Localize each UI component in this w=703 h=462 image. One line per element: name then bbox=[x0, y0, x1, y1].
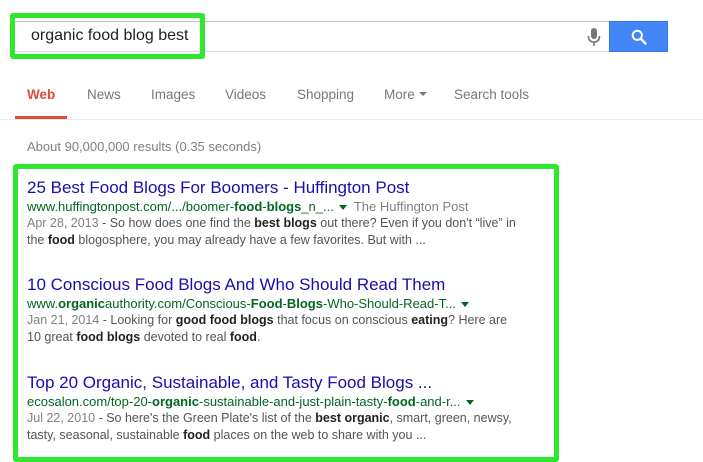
url-part: organic bbox=[152, 394, 199, 409]
result-url: www.organicauthority.com/Conscious-Food -… bbox=[27, 295, 547, 312]
url-part: food bbox=[234, 199, 263, 214]
search-button[interactable] bbox=[609, 21, 668, 52]
result-snippet: Apr 28, 2013 - So how does one find the … bbox=[27, 215, 547, 249]
result-title-link[interactable]: Top 20 Organic, Sustainable, and Tasty F… bbox=[27, 373, 547, 393]
result-menu-caret-icon[interactable] bbox=[338, 205, 347, 211]
url-part: ecosalon.com/top-20- bbox=[27, 394, 153, 409]
snippet-text: - So here's the Green Plate's list of th… bbox=[95, 411, 316, 425]
url-part: organic bbox=[58, 296, 106, 311]
snippet-text: best organic bbox=[315, 411, 390, 425]
search-query-text: organic food blog best bbox=[31, 27, 189, 44]
tab-web[interactable]: Web bbox=[27, 87, 55, 102]
result-url: ecosalon.com/top-20-organic-sustainable-… bbox=[27, 393, 547, 410]
result-menu-caret-icon[interactable] bbox=[465, 400, 474, 406]
tab-search-tools[interactable]: Search tools bbox=[454, 87, 529, 102]
tab-more[interactable]: More bbox=[384, 87, 427, 102]
url-part: www.huffingtonpost.com/.../boomer- bbox=[27, 199, 235, 214]
snippet-text: tasty, seasonal, sustainable bbox=[27, 428, 184, 442]
url-part: _n_... bbox=[301, 199, 334, 214]
tabs-divider bbox=[0, 119, 703, 120]
chevron-down-icon bbox=[418, 92, 427, 97]
search-tabs: Web News Images Videos Shopping More Sea… bbox=[0, 80, 703, 120]
url-part: www. bbox=[27, 296, 59, 311]
tab-images[interactable]: Images bbox=[151, 87, 195, 102]
url-part: food bbox=[387, 394, 416, 409]
url-part: blogs bbox=[266, 199, 302, 214]
snippet-text: food blogs bbox=[76, 330, 141, 344]
tab-news[interactable]: News bbox=[87, 87, 121, 102]
result-title-link[interactable]: 10 Conscious Food Blogs And Who Should R… bbox=[27, 275, 547, 295]
url-part: authority.com/Conscious- bbox=[105, 296, 251, 311]
snippet-text: ? Here are bbox=[448, 313, 508, 327]
result-date: Apr 28, 2013 bbox=[27, 216, 99, 230]
result-menu-caret-icon[interactable] bbox=[460, 302, 469, 308]
url-part: -Who-Should-Read-T... bbox=[322, 296, 456, 311]
snippet-text: that focus on conscious bbox=[273, 313, 412, 327]
tab-more-label: More bbox=[384, 87, 415, 102]
magnifier-icon bbox=[631, 29, 647, 45]
result-snippet: Jan 21, 2014 - Looking for good food blo… bbox=[27, 312, 547, 346]
result-snippet: Jul 22, 2010 - So here's the Green Plate… bbox=[27, 410, 547, 444]
snippet-text: food bbox=[183, 428, 211, 442]
url-part: -sustainable-and-just-plain-tasty- bbox=[198, 394, 388, 409]
result-date: Jan 21, 2014 bbox=[27, 313, 100, 327]
url-part: Food bbox=[250, 296, 283, 311]
microphone-icon[interactable] bbox=[585, 27, 603, 47]
tab-shopping[interactable]: Shopping bbox=[297, 87, 354, 102]
result-url: www.huffingtonpost.com/.../boomer-food-b… bbox=[27, 198, 547, 215]
result-source: The Huffington Post bbox=[353, 199, 469, 214]
snippet-text: devoted to real bbox=[140, 330, 230, 344]
search-input[interactable]: organic food blog best bbox=[14, 21, 610, 52]
snippet-text: blogosphere, you may already have a few … bbox=[74, 233, 426, 247]
search-result: Top 20 Organic, Sustainable, and Tasty F… bbox=[27, 373, 547, 444]
snippet-text: 10 great bbox=[27, 330, 77, 344]
tab-videos[interactable]: Videos bbox=[225, 87, 266, 102]
snippet-text: - Looking for bbox=[99, 313, 176, 327]
result-title-link[interactable]: 25 Best Food Blogs For Boomers - Huffing… bbox=[27, 178, 547, 198]
url-part: -and-r... bbox=[415, 394, 461, 409]
snippet-text: eating bbox=[411, 313, 449, 327]
result-stats: About 90,000,000 results (0.35 seconds) bbox=[27, 139, 262, 154]
snippet-text: places on the web to share with you ... bbox=[210, 428, 427, 442]
snippet-text: good food blogs bbox=[175, 313, 274, 327]
snippet-text: the bbox=[27, 233, 48, 247]
search-result: 25 Best Food Blogs For Boomers - Huffing… bbox=[27, 178, 547, 249]
result-date: Jul 22, 2010 bbox=[27, 411, 96, 425]
snippet-text: food bbox=[229, 330, 257, 344]
snippet-text: out there? Even if you don't “live” in bbox=[316, 216, 516, 230]
snippet-text: , smart, green, newsy, bbox=[389, 411, 512, 425]
snippet-text: . bbox=[256, 330, 261, 344]
url-part: Blogs bbox=[286, 296, 323, 311]
snippet-text: - So how does one find the bbox=[98, 216, 255, 230]
search-result: 10 Conscious Food Blogs And Who Should R… bbox=[27, 275, 547, 346]
snippet-text: food bbox=[47, 233, 75, 247]
snippet-text: best blogs bbox=[254, 216, 317, 230]
